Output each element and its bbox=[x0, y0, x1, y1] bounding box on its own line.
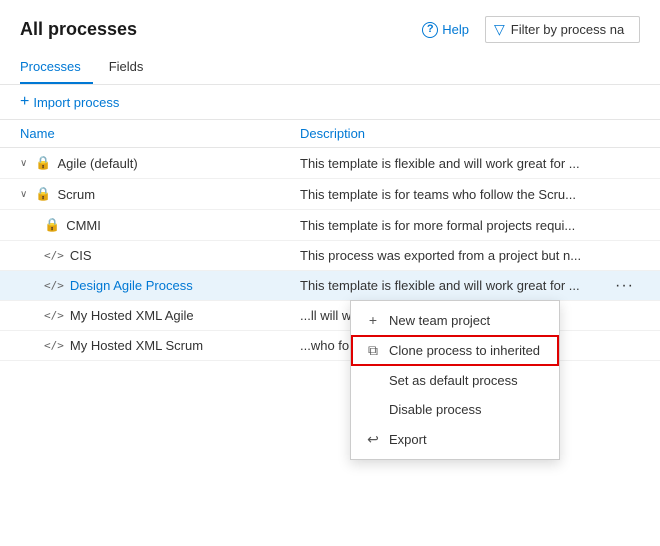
menu-label: Set as default process bbox=[389, 373, 518, 388]
row-desc: This template is flexible and will work … bbox=[300, 156, 640, 171]
row-name: My Hosted XML Scrum bbox=[70, 338, 203, 353]
tabs: Processes Fields bbox=[0, 51, 660, 85]
table-row: ∨ 🔒 Scrum This template is for teams who… bbox=[0, 179, 660, 210]
filter-box[interactable]: ▽ Filter by process na bbox=[485, 16, 640, 43]
lock-icon: 🔒 bbox=[35, 155, 51, 171]
col-desc-header: Description bbox=[300, 126, 640, 141]
table-row: </> My Hosted XML Agile ...ll will work … bbox=[0, 301, 660, 331]
toolbar: + Import process bbox=[0, 85, 660, 120]
processes-table: Name Description ∨ 🔒 Agile (default) Thi… bbox=[0, 120, 660, 361]
table-row: </> CIS This process was exported from a… bbox=[0, 241, 660, 271]
row-actions-button[interactable]: ··· bbox=[609, 275, 640, 297]
menu-item-disable-process[interactable]: Disable process bbox=[351, 395, 559, 424]
row-name: CIS bbox=[70, 248, 92, 263]
tab-fields[interactable]: Fields bbox=[109, 51, 156, 84]
filter-placeholder: Filter by process na bbox=[511, 22, 624, 37]
page-header: All processes ? Help ▽ Filter by process… bbox=[0, 0, 660, 43]
menu-item-new-team-project[interactable]: + New team project bbox=[351, 305, 559, 335]
header-right: ? Help ▽ Filter by process na bbox=[422, 16, 640, 43]
plus-icon: + bbox=[365, 312, 381, 328]
help-label: Help bbox=[442, 22, 469, 37]
row-name-cell: ∨ 🔒 Agile (default) bbox=[20, 155, 300, 171]
import-process-button[interactable]: + Import process bbox=[20, 93, 119, 111]
row-name-cell: 🔒 CMMI bbox=[20, 217, 300, 233]
row-desc: This template is flexible and will work … bbox=[300, 278, 640, 293]
menu-label: Disable process bbox=[389, 402, 482, 417]
plus-icon: + bbox=[20, 93, 29, 111]
menu-label: Export bbox=[389, 432, 427, 447]
table-header: Name Description bbox=[0, 120, 660, 148]
code-icon: </> bbox=[44, 309, 64, 322]
row-name-cell: </> Design Agile Process bbox=[20, 278, 300, 293]
row-name-link[interactable]: Design Agile Process bbox=[70, 278, 193, 293]
menu-label: New team project bbox=[389, 313, 490, 328]
page-title: All processes bbox=[20, 19, 137, 40]
chevron-icon[interactable]: ∨ bbox=[20, 189, 27, 200]
help-icon: ? bbox=[422, 22, 438, 38]
chevron-icon[interactable]: ∨ bbox=[20, 158, 27, 169]
row-name-cell: </> My Hosted XML Scrum bbox=[20, 338, 300, 353]
row-desc: This template is for more formal project… bbox=[300, 218, 640, 233]
col-name-header: Name bbox=[20, 126, 300, 141]
row-desc: This process was exported from a project… bbox=[300, 248, 640, 263]
help-link[interactable]: ? Help bbox=[422, 22, 469, 38]
table-row: ∨ 🔒 Agile (default) This template is fle… bbox=[0, 148, 660, 179]
row-name-cell: </> CIS bbox=[20, 248, 300, 263]
filter-icon: ▽ bbox=[494, 21, 505, 38]
code-icon: </> bbox=[44, 249, 64, 262]
row-name: My Hosted XML Agile bbox=[70, 308, 194, 323]
lock-icon: 🔒 bbox=[35, 186, 51, 202]
row-name: Agile (default) bbox=[58, 156, 138, 171]
table-row: 🔒 CMMI This template is for more formal … bbox=[0, 210, 660, 241]
code-icon: </> bbox=[44, 339, 64, 352]
row-name-cell: </> My Hosted XML Agile bbox=[20, 308, 300, 323]
row-name: Scrum bbox=[58, 187, 96, 202]
lock-icon: 🔒 bbox=[44, 217, 60, 233]
export-icon: ↩ bbox=[365, 431, 381, 448]
table-row: </> My Hosted XML Scrum ...who follow th… bbox=[0, 331, 660, 361]
code-icon: </> bbox=[44, 279, 64, 292]
menu-item-set-default[interactable]: Set as default process bbox=[351, 366, 559, 395]
menu-item-clone-process[interactable]: ⧉ Clone process to inherited bbox=[351, 335, 559, 366]
row-desc: This template is for teams who follow th… bbox=[300, 187, 640, 202]
context-menu: + New team project ⧉ Clone process to in… bbox=[350, 300, 560, 460]
menu-label: Clone process to inherited bbox=[389, 343, 540, 358]
tab-processes[interactable]: Processes bbox=[20, 51, 93, 84]
copy-icon: ⧉ bbox=[365, 342, 381, 359]
table-row: </> Design Agile Process This template i… bbox=[0, 271, 660, 301]
row-name: CMMI bbox=[66, 218, 101, 233]
menu-item-export[interactable]: ↩ Export bbox=[351, 424, 559, 455]
row-name-cell: ∨ 🔒 Scrum bbox=[20, 186, 300, 202]
import-process-label: Import process bbox=[33, 95, 119, 110]
